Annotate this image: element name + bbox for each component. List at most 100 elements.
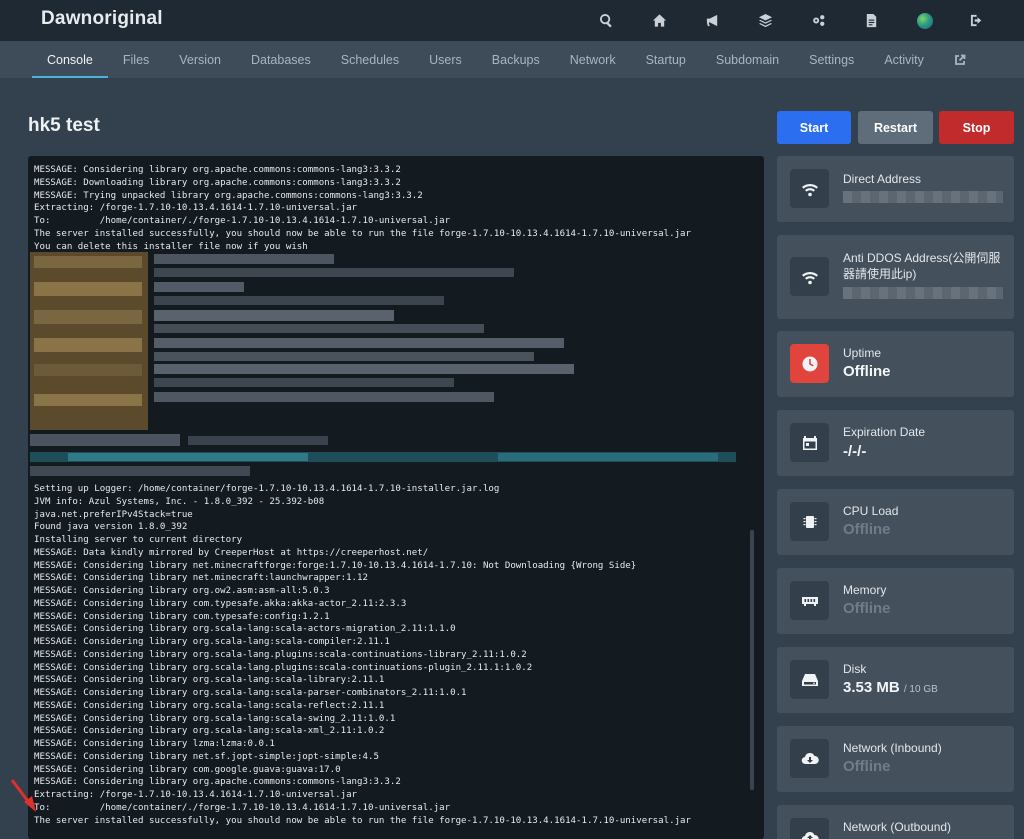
external-link-icon[interactable] (939, 41, 981, 78)
cloud-download-icon (790, 739, 829, 778)
cloud-upload-icon (790, 818, 829, 839)
layers-icon[interactable] (739, 0, 792, 41)
console-line: MESSAGE: Downloading library org.apache.… (34, 177, 401, 188)
console-line: MESSAGE: Data kindly mirrored by Creeper… (34, 547, 429, 558)
console-line: MESSAGE: Considering library org.scala-l… (34, 624, 456, 635)
tab-schedules[interactable]: Schedules (326, 41, 414, 78)
console-line: Extracting: /forge-1.7.10-10.13.4.1614-1… (34, 203, 358, 214)
chip-icon (790, 502, 829, 541)
console-lines-top: MESSAGE: Considering library org.apache.… (34, 164, 750, 253)
console-line: java.net.preferIPv4Stack=true (34, 509, 193, 520)
tab-network[interactable]: Network (555, 41, 631, 78)
card-cpu-load: CPU Load Offline (777, 489, 1014, 555)
console-line: MESSAGE: Considering library net.sf.jopt… (34, 751, 379, 762)
memory-icon (790, 581, 829, 620)
redacted-console-region (30, 252, 736, 476)
disk-label: Disk (843, 662, 867, 676)
console-line: MESSAGE: Considering library lzma:lzma:0… (34, 739, 275, 749)
direct-address-label: Direct Address (843, 172, 922, 186)
uptime-label: Uptime (843, 346, 882, 360)
tab-subdomain[interactable]: Subdomain (701, 41, 794, 78)
tab-databases[interactable]: Databases (236, 41, 326, 78)
console-line: JVM info: Azul Systems, Inc. - 1.8.0_392… (34, 496, 325, 507)
wifi-icon (790, 257, 829, 296)
console-line: MESSAGE: Considering library net.minecra… (34, 573, 368, 584)
console-line: The server installed successfully, you s… (34, 228, 691, 239)
wifi-icon (790, 169, 829, 208)
console-line: MESSAGE: Considering library org.scala-l… (34, 726, 385, 737)
expiration-label: Expiration Date (843, 425, 926, 439)
card-network-inbound: Network (Inbound) Offline (777, 726, 1014, 792)
start-button[interactable]: Start (777, 111, 851, 144)
console-line: MESSAGE: Considering library org.apache.… (34, 165, 401, 175)
tab-console[interactable]: Console (32, 41, 108, 78)
console-line: MESSAGE: Considering library org.scala-l… (34, 637, 390, 647)
avatar[interactable] (898, 0, 951, 41)
console-line: MESSAGE: Considering library org.scala-l… (34, 675, 385, 686)
tab-settings[interactable]: Settings (794, 41, 869, 78)
console-line: MESSAGE: Considering library org.scala-l… (34, 662, 533, 673)
tab-users[interactable]: Users (414, 41, 477, 78)
disk-limit: / 10 GB (903, 684, 938, 695)
top-icons (580, 0, 1004, 41)
tab-activity[interactable]: Activity (869, 41, 939, 78)
stop-button[interactable]: Stop (939, 111, 1014, 144)
console-line: MESSAGE: Considering library org.apache.… (34, 777, 401, 788)
brand-title[interactable]: Dawnoriginal (41, 8, 163, 30)
console-line: Found java version 1.8.0_392 (34, 522, 188, 533)
console-line: MESSAGE: Considering library com.typesaf… (34, 598, 407, 609)
logout-icon[interactable] (951, 0, 1004, 41)
top-bar: Dawnoriginal (0, 0, 1024, 41)
tab-version[interactable]: Version (164, 41, 236, 78)
server-nav: Console Files Version Databases Schedule… (0, 41, 1024, 78)
hdd-icon (790, 660, 829, 699)
console-line: MESSAGE: Trying unpacked library org.apa… (34, 190, 423, 201)
console-line: Setting up Logger: /home/container/forge… (34, 484, 500, 494)
memory-label: Memory (843, 583, 887, 597)
card-direct-address: Direct Address (777, 156, 1014, 222)
card-expiration: Expiration Date -/-/- (777, 410, 1014, 476)
console-line: Installing server to current directory (34, 535, 243, 545)
document-icon[interactable] (845, 0, 898, 41)
console-line: MESSAGE: Considering library org.scala-l… (34, 688, 467, 698)
console-scrollbar[interactable] (750, 530, 754, 790)
console-line: The server installed successfully, you s… (34, 815, 691, 826)
console-lines-bottom: Setting up Logger: /home/container/forge… (34, 483, 750, 827)
globe-icon (916, 12, 933, 29)
console-line: MESSAGE: Considering library org.scala-l… (34, 649, 527, 660)
card-uptime: Uptime Offline (777, 331, 1014, 397)
restart-button[interactable]: Restart (858, 111, 933, 144)
calendar-icon (790, 423, 829, 462)
search-icon[interactable] (580, 0, 633, 41)
home-icon[interactable] (633, 0, 686, 41)
console-output[interactable]: MESSAGE: Considering library org.apache.… (28, 156, 764, 839)
disk-value-row: 3.53 MB / 10 GB (843, 679, 938, 696)
console-line: Extracting: /forge-1.7.10-10.13.4.1614-1… (34, 790, 358, 800)
console-line: MESSAGE: Considering library org.ow2.asm… (34, 586, 330, 596)
card-anti-ddos: Anti DDOS Address(公開伺服器請使用此ip) (777, 235, 1014, 319)
memory-value: Offline (843, 600, 891, 617)
tab-backups[interactable]: Backups (477, 41, 555, 78)
megaphone-icon[interactable] (686, 0, 739, 41)
annotation-arrow-icon (10, 779, 36, 812)
cpu-load-value: Offline (843, 521, 891, 538)
tab-startup[interactable]: Startup (631, 41, 701, 78)
console-line: MESSAGE: Considering library org.scala-l… (34, 713, 396, 724)
console-line: MESSAGE: Considering library com.typesaf… (34, 611, 330, 622)
card-memory: Memory Offline (777, 568, 1014, 634)
cogs-icon[interactable] (792, 0, 845, 41)
expiration-value: -/-/- (843, 443, 867, 460)
uptime-value: Offline (843, 363, 891, 380)
direct-address-value-redacted (843, 191, 1003, 203)
tab-files[interactable]: Files (108, 41, 164, 78)
network-outbound-label: Network (Outbound) (843, 820, 952, 834)
console-line: MESSAGE: Considering library net.minecra… (34, 560, 637, 571)
clock-icon (790, 344, 829, 383)
console-line: To: /home/container/./forge-1.7.10-10.13… (34, 802, 451, 813)
network-inbound-value: Offline (843, 758, 891, 775)
card-disk: Disk 3.53 MB / 10 GB (777, 647, 1014, 713)
console-line: MESSAGE: Considering library org.scala-l… (34, 700, 385, 711)
card-network-outbound: Network (Outbound) (777, 805, 1014, 839)
anti-ddos-label: Anti DDOS Address(公開伺服器請使用此ip) (843, 251, 1001, 281)
console-line: To: /home/container/./forge-1.7.10-10.13… (34, 216, 451, 226)
